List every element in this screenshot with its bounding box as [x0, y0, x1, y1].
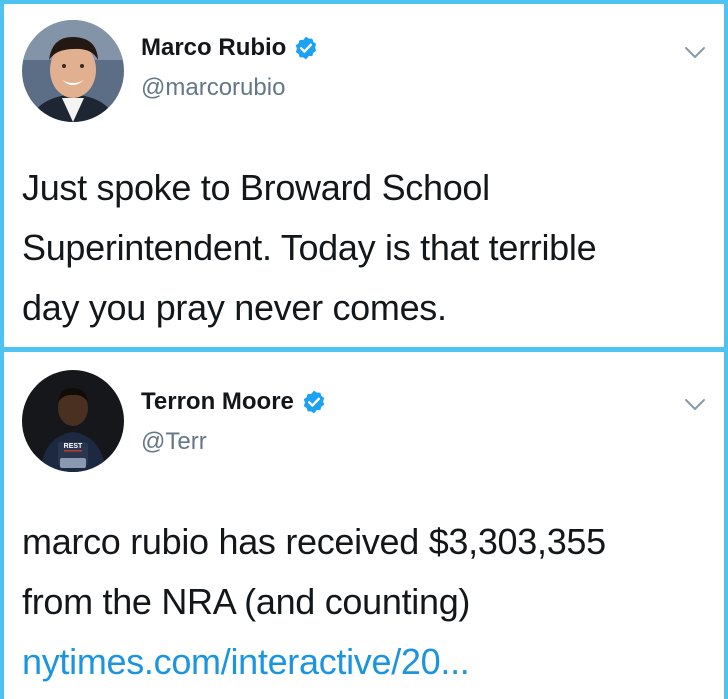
- avatar-terron-moore[interactable]: REST: [22, 370, 124, 472]
- chevron-down-icon[interactable]: [684, 46, 706, 60]
- tweet-text: Just spoke to Broward School Superintend…: [22, 158, 706, 338]
- author-row: Terron Moore: [141, 388, 327, 416]
- author-handle[interactable]: @Terr: [141, 428, 207, 456]
- verified-badge-icon: [296, 36, 317, 60]
- tweet-link[interactable]: nytimes.com/interactive/20...: [22, 632, 706, 692]
- tweet-text-line: from the NRA (and counting): [22, 581, 471, 622]
- author-row: Marco Rubio: [141, 34, 319, 62]
- author-handle[interactable]: @marcorubio: [141, 74, 285, 102]
- tweet-text-line: marco rubio has received $3,303,355: [22, 521, 606, 562]
- tweet-card-terron-moore[interactable]: REST Terron Moore @Terr marco rubio has …: [4, 352, 724, 699]
- shirt-text: REST: [64, 443, 83, 450]
- tweet-card-marco-rubio[interactable]: Marco Rubio @marcorubio Just spoke to Br…: [4, 4, 724, 347]
- chevron-down-icon[interactable]: [684, 398, 706, 412]
- tweet-text-line: Superintendent. Today is that terrible: [22, 227, 597, 268]
- tweet-text-line: Just spoke to Broward School: [22, 167, 490, 208]
- tweet-text-line: day you pray never comes.: [22, 287, 447, 328]
- tweet-text: marco rubio has received $3,303,355 from…: [22, 512, 706, 692]
- verified-badge-icon: [303, 390, 325, 414]
- author-name[interactable]: Marco Rubio: [141, 34, 286, 62]
- author-name[interactable]: Terron Moore: [141, 388, 294, 416]
- avatar-marco-rubio[interactable]: [22, 20, 124, 122]
